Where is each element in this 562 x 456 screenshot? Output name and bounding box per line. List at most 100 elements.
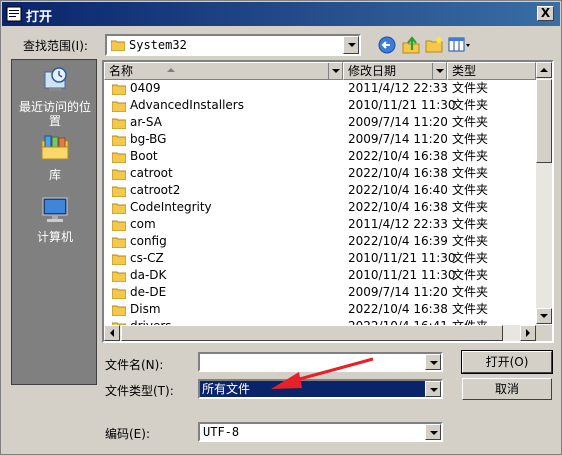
recent-places-icon (44, 67, 67, 91)
file-date: 2022/10/4 16:38 (348, 166, 448, 180)
filename-field[interactable] (198, 352, 443, 372)
lookin-value: System32 (129, 38, 187, 52)
table-row[interactable]: catroot2 2022/10/4 16:40 文件夹 (104, 182, 536, 199)
file-name: com (130, 217, 156, 231)
chevron-down-icon[interactable] (425, 381, 441, 397)
file-type: 文件夹 (452, 115, 489, 129)
close-button[interactable]: X (537, 6, 554, 21)
folder-icon (112, 203, 126, 214)
folder-icon (112, 237, 126, 248)
sort-ascending-icon (167, 68, 175, 72)
file-date: 2010/11/21 11:30 (348, 251, 456, 265)
vertical-scrollbar[interactable] (536, 62, 552, 324)
file-name: ar-SA (130, 115, 162, 129)
encoding-combobox[interactable]: UTF-8 (198, 422, 443, 442)
table-row[interactable]: Dism 2022/10/4 16:38 文件夹 (104, 301, 536, 318)
table-row[interactable]: de-DE 2009/7/14 11:20 文件夹 (104, 284, 536, 301)
file-type: 文件夹 (452, 251, 489, 265)
folder-icon (112, 169, 126, 180)
place-recent[interactable]: 最近访问的位 置 (12, 64, 98, 129)
file-type: 文件夹 (452, 166, 489, 180)
table-row[interactable]: 0409 2011/4/12 22:33 文件夹 (104, 80, 536, 97)
libraries-icon (41, 135, 69, 160)
chevron-down-icon (540, 314, 548, 318)
scroll-up-button[interactable] (536, 62, 552, 78)
file-type: 文件夹 (452, 234, 489, 248)
file-date: 2022/10/4 16:39 (348, 234, 448, 248)
place-libraries[interactable]: 库 (12, 132, 98, 183)
scroll-down-button[interactable] (536, 308, 552, 324)
encoding-label: 编码(E): (105, 427, 150, 441)
file-date: 2022/10/4 16:38 (348, 200, 448, 214)
open-button[interactable]: 打开(O) (461, 350, 553, 374)
table-row[interactable]: AdvancedInstallers 2010/11/21 11:30 文件夹 (104, 97, 536, 114)
up-folder-icon[interactable] (401, 35, 421, 55)
encoding-value: UTF-8 (203, 425, 240, 439)
file-name: catroot (130, 166, 173, 180)
view-menu-icon[interactable] (448, 35, 472, 55)
computer-icon (42, 197, 68, 222)
folder-icon (112, 152, 126, 163)
table-row[interactable]: bg-BG 2009/7/14 11:20 文件夹 (104, 131, 536, 148)
column-name-label: 名称 (109, 64, 134, 78)
column-date-label: 修改日期 (348, 64, 397, 78)
file-rows: 0409 2011/4/12 22:33 文件夹 AdvancedInstaller… (104, 80, 536, 335)
chevron-down-icon[interactable] (425, 424, 441, 440)
file-type: 文件夹 (452, 217, 489, 231)
chevron-down-icon[interactable] (343, 36, 359, 54)
file-date: 2011/4/12 22:33 (348, 81, 448, 95)
place-label: 计算机 (36, 230, 73, 244)
back-icon[interactable] (377, 35, 397, 55)
table-row[interactable]: Boot 2022/10/4 16:38 文件夹 (104, 148, 536, 165)
table-row[interactable]: config 2022/10/4 16:39 文件夹 (104, 233, 536, 250)
cancel-button[interactable]: 取消 (462, 378, 552, 400)
file-name: 0409 (130, 81, 161, 95)
chevron-down-icon[interactable] (432, 63, 446, 79)
table-row[interactable]: catroot 2022/10/4 16:38 文件夹 (104, 165, 536, 182)
file-name: bg-BG (130, 132, 167, 146)
chevron-down-icon[interactable] (328, 63, 342, 79)
file-list[interactable]: 名称 修改日期 类型 0409 2011/4/12 22:33 文件夹 Advanc… (102, 60, 554, 343)
chevron-right-icon (526, 329, 530, 337)
file-date: 2009/7/14 11:20 (348, 285, 448, 299)
filetype-value: 所有文件 (200, 381, 425, 397)
scroll-right-button[interactable] (520, 325, 536, 341)
file-date: 2022/10/4 16:40 (348, 183, 448, 197)
folder-icon (112, 135, 126, 146)
folder-icon (112, 101, 126, 112)
table-row[interactable]: da-DK 2010/11/21 11:30 文件夹 (104, 267, 536, 284)
table-row[interactable]: com 2011/4/12 22:33 文件夹 (104, 216, 536, 233)
column-header-date[interactable]: 修改日期 (343, 62, 447, 80)
folder-icon (112, 305, 126, 316)
folder-icon (112, 220, 126, 231)
file-type: 文件夹 (452, 132, 489, 146)
new-folder-icon[interactable] (424, 35, 444, 55)
place-computer[interactable]: 计算机 (12, 194, 98, 245)
scroll-thumb[interactable] (536, 79, 552, 163)
file-name: catroot2 (130, 183, 181, 197)
file-type: 文件夹 (452, 149, 489, 163)
chevron-down-icon[interactable] (425, 354, 441, 370)
filetype-combobox[interactable]: 所有文件 (198, 379, 443, 399)
column-header-name[interactable]: 名称 (104, 62, 343, 80)
file-type: 文件夹 (452, 81, 489, 95)
file-date: 2022/10/4 16:38 (348, 149, 448, 163)
column-header-type[interactable]: 类型 (447, 62, 536, 80)
horizontal-scrollbar[interactable] (104, 325, 536, 341)
file-type: 文件夹 (452, 285, 489, 299)
chevron-up-icon (540, 68, 548, 72)
lookin-combobox[interactable]: System32 (105, 34, 361, 56)
file-name: da-DK (130, 268, 167, 282)
table-row[interactable]: CodeIntegrity 2022/10/4 16:38 文件夹 (104, 199, 536, 216)
table-row[interactable]: ar-SA 2009/7/14 11:20 文件夹 (104, 114, 536, 131)
file-type: 文件夹 (452, 183, 489, 197)
places-bar: 最近访问的位 置 库 计算机 (11, 59, 97, 385)
table-row[interactable]: cs-CZ 2010/11/21 11:30 文件夹 (104, 250, 536, 267)
scroll-left-button[interactable] (104, 325, 120, 341)
folder-icon (112, 254, 126, 265)
file-type: 文件夹 (452, 302, 489, 316)
folder-icon (112, 118, 126, 129)
chevron-left-icon (110, 329, 114, 337)
horizontal-scroll-thumb[interactable] (121, 325, 503, 341)
column-type-label: 类型 (452, 64, 477, 78)
